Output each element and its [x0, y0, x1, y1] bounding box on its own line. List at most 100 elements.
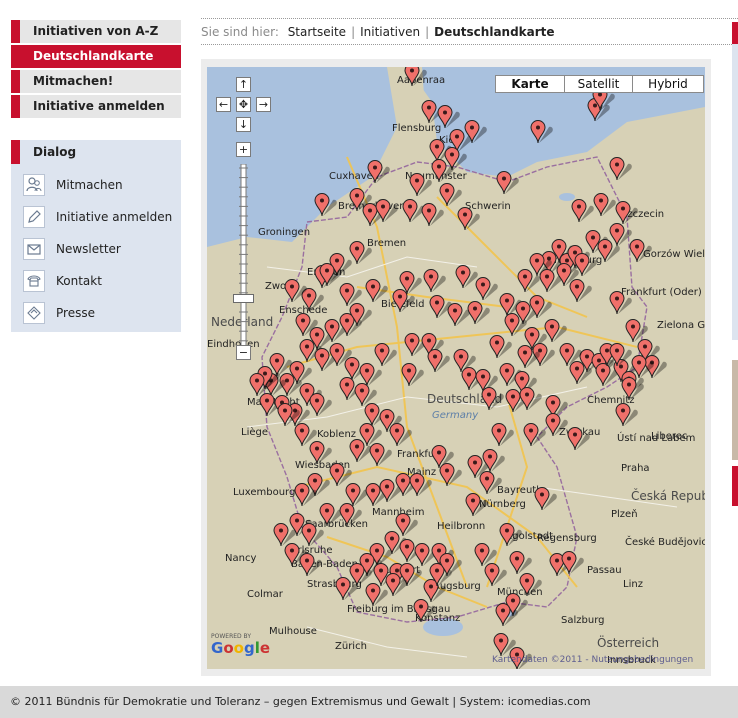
map-marker-icon[interactable] — [294, 423, 317, 447]
map-marker-icon[interactable] — [495, 603, 518, 627]
map-marker-icon[interactable] — [529, 295, 552, 319]
map-marker-icon[interactable] — [479, 471, 502, 495]
map-marker-icon[interactable] — [496, 171, 519, 195]
map-marker-icon[interactable] — [319, 263, 342, 287]
map-marker-icon[interactable] — [499, 363, 522, 387]
zoom-slider[interactable] — [236, 164, 251, 350]
map-marker-icon[interactable] — [314, 348, 337, 372]
map-copyright[interactable]: Kartendaten ©2011 - Nutzungsbedingungen — [492, 655, 693, 665]
map-marker-icon[interactable] — [530, 120, 553, 144]
map-marker-icon[interactable] — [294, 483, 317, 507]
map-marker-icon[interactable] — [465, 493, 488, 517]
map-marker-icon[interactable] — [374, 343, 397, 367]
map-marker-icon[interactable] — [299, 339, 322, 363]
map-marker-icon[interactable] — [615, 201, 638, 225]
nav-item-deutschlandkarte[interactable]: Deutschlandkarte — [11, 45, 181, 68]
map-marker-icon[interactable] — [409, 173, 432, 197]
map-marker-icon[interactable] — [369, 443, 392, 467]
map-marker-icon[interactable] — [365, 583, 388, 607]
map-marker-icon[interactable] — [409, 473, 432, 497]
map-marker-icon[interactable] — [571, 199, 594, 223]
map-marker-icon[interactable] — [309, 441, 332, 465]
map-marker-icon[interactable] — [349, 303, 372, 327]
map-marker-icon[interactable] — [329, 343, 352, 367]
map-marker-icon[interactable] — [375, 199, 398, 223]
map-marker-icon[interactable] — [491, 423, 514, 447]
dialog-item-mitmachen[interactable]: Mitmachen — [11, 170, 181, 202]
nav-item-initiative-anmelden[interactable]: Initiative anmelden — [11, 95, 181, 118]
map-marker-icon[interactable] — [499, 523, 522, 547]
breadcrumb-link-initiativen[interactable]: Initiativen — [360, 25, 420, 39]
map-marker-icon[interactable] — [609, 343, 632, 367]
dialog-item-initiative-anmelden[interactable]: Initiative anmelden — [11, 202, 181, 234]
map-marker-icon[interactable] — [421, 100, 444, 124]
zoom-in-button[interactable]: + — [236, 142, 251, 157]
map-marker-icon[interactable] — [631, 355, 654, 379]
map-marker-icon[interactable] — [413, 599, 436, 623]
map-marker-icon[interactable] — [464, 120, 487, 144]
map-marker-icon[interactable] — [493, 633, 516, 657]
map-marker-icon[interactable] — [489, 335, 512, 359]
map-marker-icon[interactable] — [401, 363, 424, 387]
maptype-hybrid-button[interactable]: Hybrid — [632, 75, 704, 93]
map-marker-icon[interactable] — [249, 373, 272, 397]
pan-up-button[interactable]: ↑ — [236, 77, 251, 92]
map-marker-icon[interactable] — [455, 265, 478, 289]
pan-left-button[interactable]: ← — [216, 97, 231, 112]
map-marker-icon[interactable] — [339, 377, 362, 401]
map-marker-icon[interactable] — [523, 423, 546, 447]
map-marker-icon[interactable] — [447, 303, 470, 327]
map-marker-icon[interactable] — [609, 291, 632, 315]
pan-center-button[interactable]: ✥ — [236, 97, 251, 112]
map-marker-icon[interactable] — [427, 349, 450, 373]
germany-map[interactable]: Aabenraa Flensburg Kiel Neumünster Cuxha… — [207, 67, 705, 669]
map-marker-icon[interactable] — [379, 479, 402, 503]
nav-item-initiativen-a-z[interactable]: Initiativen von A-Z — [11, 20, 181, 43]
maptype-karte-button[interactable]: Karte — [495, 75, 565, 93]
map-marker-icon[interactable] — [437, 105, 460, 129]
google-logo[interactable]: Google — [211, 639, 270, 657]
map-marker-icon[interactable] — [439, 463, 462, 487]
map-marker-icon[interactable] — [284, 279, 307, 303]
map-marker-icon[interactable] — [367, 160, 390, 184]
map-marker-icon[interactable] — [339, 503, 362, 527]
map-marker-icon[interactable] — [593, 193, 616, 217]
map-marker-icon[interactable] — [284, 543, 307, 567]
map-marker-icon[interactable] — [404, 333, 427, 357]
map-marker-icon[interactable] — [481, 387, 504, 411]
map-marker-icon[interactable] — [609, 157, 632, 181]
map-marker-icon[interactable] — [399, 539, 422, 563]
zoom-slider-handle[interactable] — [233, 293, 254, 303]
map-marker-icon[interactable] — [404, 67, 427, 87]
map-marker-icon[interactable] — [319, 503, 342, 527]
map-marker-icon[interactable] — [561, 551, 584, 575]
map-marker-icon[interactable] — [621, 377, 644, 401]
map-marker-icon[interactable] — [509, 551, 532, 575]
map-marker-icon[interactable] — [402, 199, 425, 223]
map-marker-icon[interactable] — [482, 449, 505, 473]
map-marker-icon[interactable] — [504, 313, 527, 337]
map-marker-icon[interactable] — [475, 277, 498, 301]
zoom-out-button[interactable]: − — [236, 345, 251, 360]
map-marker-icon[interactable] — [423, 269, 446, 293]
map-marker-icon[interactable] — [517, 269, 540, 293]
pan-right-button[interactable]: → — [256, 97, 271, 112]
maptype-satellit-button[interactable]: Satellit — [564, 75, 633, 93]
map-marker-icon[interactable] — [544, 319, 567, 343]
map-marker-icon[interactable] — [314, 193, 337, 217]
map-marker-icon[interactable] — [335, 577, 358, 601]
map-marker-icon[interactable] — [567, 427, 590, 451]
map-marker-icon[interactable] — [519, 387, 542, 411]
map-marker-icon[interactable] — [324, 319, 347, 343]
map-marker-icon[interactable] — [545, 413, 568, 437]
map-marker-icon[interactable] — [299, 553, 322, 577]
map-marker-icon[interactable] — [349, 439, 372, 463]
map-marker-icon[interactable] — [569, 279, 592, 303]
dialog-item-kontakt[interactable]: Kontakt — [11, 266, 181, 298]
pan-down-button[interactable]: ↓ — [236, 117, 251, 132]
breadcrumb-link-startseite[interactable]: Startseite — [288, 25, 346, 39]
dialog-item-presse[interactable]: Presse — [11, 298, 181, 330]
map-marker-icon[interactable] — [467, 301, 490, 325]
dialog-item-newsletter[interactable]: Newsletter — [11, 234, 181, 266]
map-marker-icon[interactable] — [429, 295, 452, 319]
